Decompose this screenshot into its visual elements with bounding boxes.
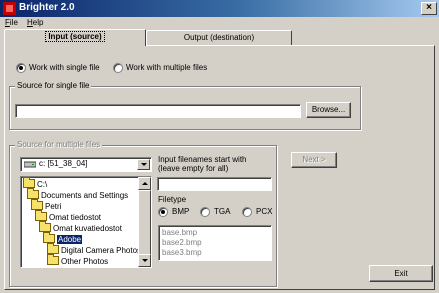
input-panel: Work with single file Work with multiple… bbox=[4, 45, 435, 290]
filetype-pcx-radio[interactable] bbox=[242, 207, 252, 217]
filetype-tga-radio[interactable] bbox=[200, 207, 210, 217]
app-icon bbox=[3, 2, 16, 15]
close-button[interactable]: × bbox=[421, 2, 437, 15]
filetype-bmp-radio[interactable] bbox=[158, 207, 168, 217]
filetype-pcx-label[interactable]: PCX bbox=[256, 207, 272, 216]
file-list-item[interactable]: base3.bmp bbox=[162, 248, 202, 257]
filetype-label: Filetype bbox=[158, 195, 187, 204]
single-file-radio[interactable] bbox=[16, 63, 26, 73]
single-source-path-input[interactable] bbox=[15, 104, 301, 118]
scroll-thumb[interactable] bbox=[138, 190, 151, 260]
open-folder-icon bbox=[43, 232, 55, 243]
directory-list[interactable]: C:\ Documents and Settings Petri Omat ti… bbox=[20, 176, 152, 268]
filename-prefix-label: Input filenames start with bbox=[158, 155, 247, 164]
drive-icon bbox=[24, 161, 36, 168]
directory-scrollbar[interactable] bbox=[138, 177, 151, 267]
directory-item[interactable]: Documents and Settings bbox=[27, 188, 128, 201]
directory-item[interactable]: Other Photos bbox=[47, 254, 108, 267]
menu-help[interactable]: Help bbox=[27, 18, 43, 27]
open-folder-icon bbox=[31, 199, 43, 210]
drive-select[interactable]: c: [51_38_04] bbox=[20, 157, 152, 172]
filetype-tga-label[interactable]: TGA bbox=[214, 207, 230, 216]
chevron-down-icon[interactable] bbox=[137, 159, 150, 170]
open-folder-icon bbox=[27, 188, 39, 199]
scroll-up-icon[interactable] bbox=[138, 177, 151, 190]
filename-prefix-input[interactable] bbox=[157, 177, 272, 191]
multiple-files-radio[interactable] bbox=[113, 63, 123, 73]
multiple-files-label[interactable]: Work with multiple files bbox=[126, 63, 207, 72]
window-title: Brighter 2.0 bbox=[19, 2, 75, 13]
open-folder-icon bbox=[35, 210, 47, 221]
browse-button[interactable]: Browse... bbox=[306, 102, 351, 118]
single-source-group: Source for single file Browse... bbox=[9, 81, 361, 130]
multiple-source-legend: Source for multiple files bbox=[15, 140, 103, 149]
open-folder-icon bbox=[23, 177, 35, 188]
tab-output-destination[interactable]: Output (destination) bbox=[146, 30, 292, 45]
close-icon: × bbox=[426, 2, 432, 13]
open-folder-icon bbox=[39, 221, 51, 232]
file-list[interactable]: base.bmp base2.bmp base3.bmp bbox=[158, 225, 272, 261]
folder-icon bbox=[47, 254, 59, 265]
multiple-source-group: Source for multiple files c: [51_38_04] … bbox=[9, 140, 277, 287]
filename-prefix-hint: (leave empty for all) bbox=[158, 164, 229, 173]
exit-button[interactable]: Exit bbox=[369, 265, 433, 282]
file-list-item[interactable]: base2.bmp bbox=[162, 238, 202, 247]
drive-select-value: c: [51_38_04] bbox=[39, 159, 88, 168]
menu-bar: File Help bbox=[0, 17, 439, 29]
folder-icon bbox=[47, 243, 59, 254]
tab-input-source[interactable]: Input (source) bbox=[4, 29, 146, 46]
menu-file[interactable]: File bbox=[5, 18, 18, 27]
single-source-legend: Source for single file bbox=[15, 81, 92, 90]
title-bar[interactable]: Brighter 2.0 × bbox=[0, 0, 439, 17]
single-file-label[interactable]: Work with single file bbox=[29, 63, 100, 72]
directory-item[interactable]: Omat kuvatiedostot bbox=[39, 221, 122, 234]
filetype-bmp-label[interactable]: BMP bbox=[172, 207, 189, 216]
directory-item[interactable]: Digital Camera Photos bbox=[47, 243, 141, 256]
next-button[interactable]: Next > bbox=[291, 152, 337, 168]
scroll-down-icon[interactable] bbox=[138, 254, 151, 267]
file-list-item[interactable]: base.bmp bbox=[162, 228, 197, 237]
